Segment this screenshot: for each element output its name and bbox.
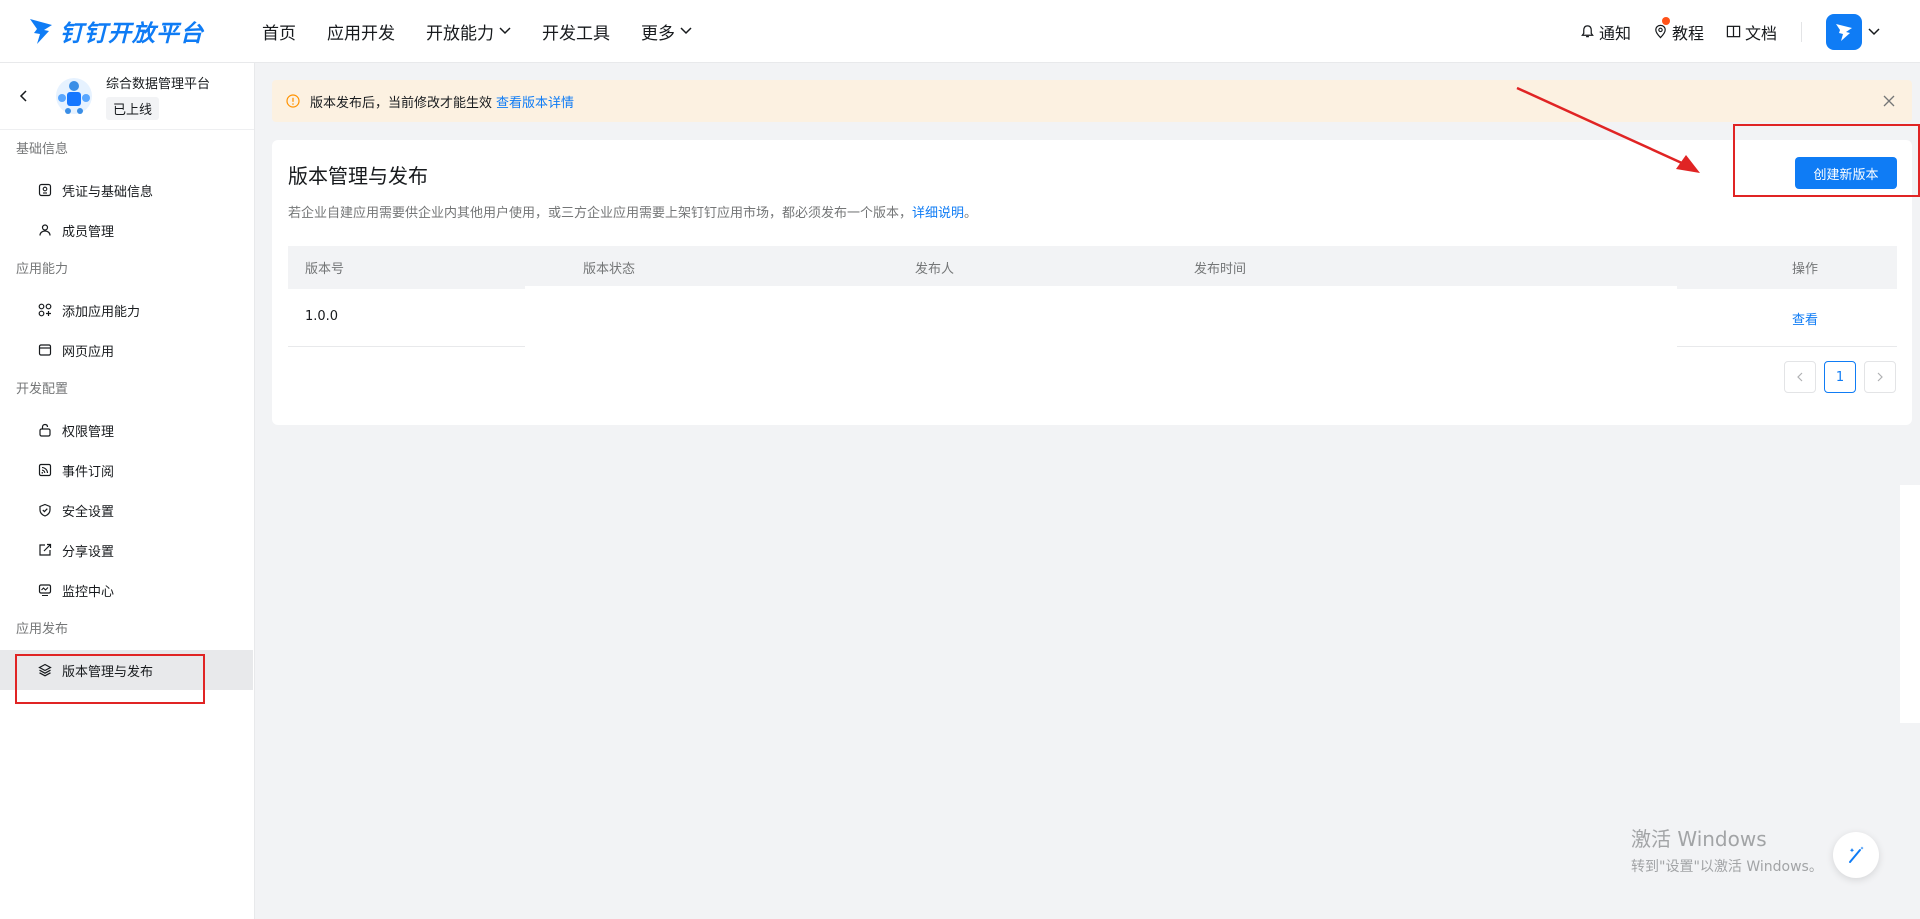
- annotation-box-sidebar: [15, 654, 205, 704]
- group-label-dev-config: 开发配置: [16, 382, 69, 397]
- book-icon: [1726, 25, 1741, 38]
- col-publisher: 发布人: [915, 262, 955, 277]
- sidebar: 综合数据管理平台 已上线 基础信息 凭证与基础信息 成员管理 应用能力 添加应用…: [0, 63, 255, 919]
- sidebar-item-permissions[interactable]: 权限管理: [0, 410, 254, 450]
- table-header: 版本号 版本状态 发布人 发布时间 操作: [288, 246, 1897, 289]
- sidebar-item-members[interactable]: 成员管理: [0, 210, 254, 250]
- warning-circle-icon: [286, 94, 300, 108]
- col-version: 版本号: [305, 262, 345, 277]
- status-badge: 已上线: [106, 96, 160, 120]
- sidebar-item-web-app[interactable]: 网页应用: [0, 330, 254, 370]
- member-icon: [39, 224, 51, 236]
- nav-more[interactable]: 更多: [641, 19, 692, 44]
- ai-assistant-button[interactable]: [1833, 832, 1879, 878]
- notify-link[interactable]: 通知: [1580, 20, 1631, 44]
- top-nav: 钉钉开放平台 首页 应用开发 开放能力 开发工具 更多 通知 教程 文档: [0, 0, 1920, 63]
- browser-icon: [38, 344, 52, 356]
- avatar[interactable]: [1826, 13, 1862, 50]
- annotation-arrow-icon: [1516, 86, 1700, 173]
- nav-app-dev[interactable]: 应用开发: [327, 19, 395, 44]
- page-number[interactable]: 1: [1824, 361, 1856, 393]
- tutorial-link[interactable]: 教程: [1653, 16, 1704, 44]
- app-name: 综合数据管理平台: [106, 76, 211, 92]
- sidebar-item-add-capability[interactable]: 添加应用能力: [0, 290, 254, 330]
- windows-watermark: 激活 Windows 转到"设置"以激活 Windows。: [1631, 827, 1823, 875]
- pagination: 1: [1776, 361, 1896, 393]
- bell-icon: [1581, 25, 1594, 38]
- right-edge-panel: [1900, 485, 1920, 723]
- notification-dot: [1661, 16, 1670, 25]
- col-action: 操作: [1792, 262, 1819, 277]
- table-row: 1.0.0 查看: [288, 286, 1897, 347]
- group-label-publish: 应用发布: [16, 622, 69, 637]
- col-status: 版本状态: [583, 262, 636, 277]
- view-version-details-link[interactable]: 查看版本详情: [496, 92, 574, 111]
- dingtalk-avatar-icon: [1836, 23, 1852, 41]
- version-table: 版本号 版本状态 发布人 发布时间 操作 1.0.0 查看: [288, 246, 1897, 347]
- nav-divider: [1801, 21, 1802, 42]
- logo-text: 钉钉开放平台: [60, 21, 204, 47]
- logo[interactable]: 钉钉开放平台: [28, 14, 228, 48]
- banner-text: 版本发布后，当前修改才能生效: [310, 95, 493, 111]
- nav-home[interactable]: 首页: [262, 19, 296, 44]
- magic-wand-icon: [1849, 846, 1864, 863]
- prev-page-button[interactable]: [1784, 361, 1816, 393]
- sidebar-item-share[interactable]: 分享设置: [0, 530, 254, 570]
- grid-plus-icon: [38, 303, 52, 317]
- docs-link[interactable]: 文档: [1726, 20, 1777, 44]
- nav-open-capability[interactable]: 开放能力: [426, 19, 511, 44]
- lock-icon: [39, 423, 51, 437]
- page-description: 若企业自建应用需要供企业内其他用户使用，或三方企业应用需要上架钉钉应用市场，都必…: [288, 206, 978, 221]
- sidebar-item-security[interactable]: 安全设置: [0, 490, 254, 530]
- dingtalk-logo-icon: [30, 19, 52, 44]
- sidebar-item-credentials[interactable]: 凭证与基础信息: [0, 170, 254, 210]
- share-icon: [39, 543, 52, 556]
- app-logo-icon: [56, 78, 92, 114]
- back-arrow-icon[interactable]: [18, 89, 30, 103]
- monitor-icon: [38, 584, 52, 597]
- chevron-down-icon: [499, 27, 511, 35]
- shield-icon: [39, 503, 51, 517]
- chevron-down-icon[interactable]: [1868, 27, 1880, 36]
- annotation-box-button: [1733, 124, 1920, 197]
- cell-action: 查看: [1792, 309, 1818, 328]
- cell-version: 1.0.0: [305, 309, 339, 324]
- credential-icon: [38, 183, 52, 197]
- col-time: 发布时间: [1194, 262, 1247, 277]
- app-header: 综合数据管理平台 已上线: [0, 63, 254, 130]
- group-label-capability: 应用能力: [16, 262, 69, 277]
- chevron-down-icon: [680, 27, 692, 35]
- sidebar-item-events[interactable]: 事件订阅: [0, 450, 254, 490]
- rss-icon: [38, 463, 52, 477]
- detail-link[interactable]: 详细说明: [912, 206, 964, 221]
- page-title: 版本管理与发布: [288, 164, 428, 188]
- close-icon[interactable]: [1882, 94, 1896, 108]
- chevron-left-icon: [1797, 372, 1803, 382]
- sidebar-item-monitor[interactable]: 监控中心: [0, 570, 254, 610]
- location-pin-icon: [1655, 24, 1666, 39]
- group-label-basic: 基础信息: [16, 142, 69, 157]
- chevron-right-icon: [1877, 372, 1883, 382]
- view-version-link[interactable]: 查看: [1792, 313, 1818, 328]
- next-page-button[interactable]: [1864, 361, 1896, 393]
- nav-dev-tools[interactable]: 开发工具: [542, 19, 610, 44]
